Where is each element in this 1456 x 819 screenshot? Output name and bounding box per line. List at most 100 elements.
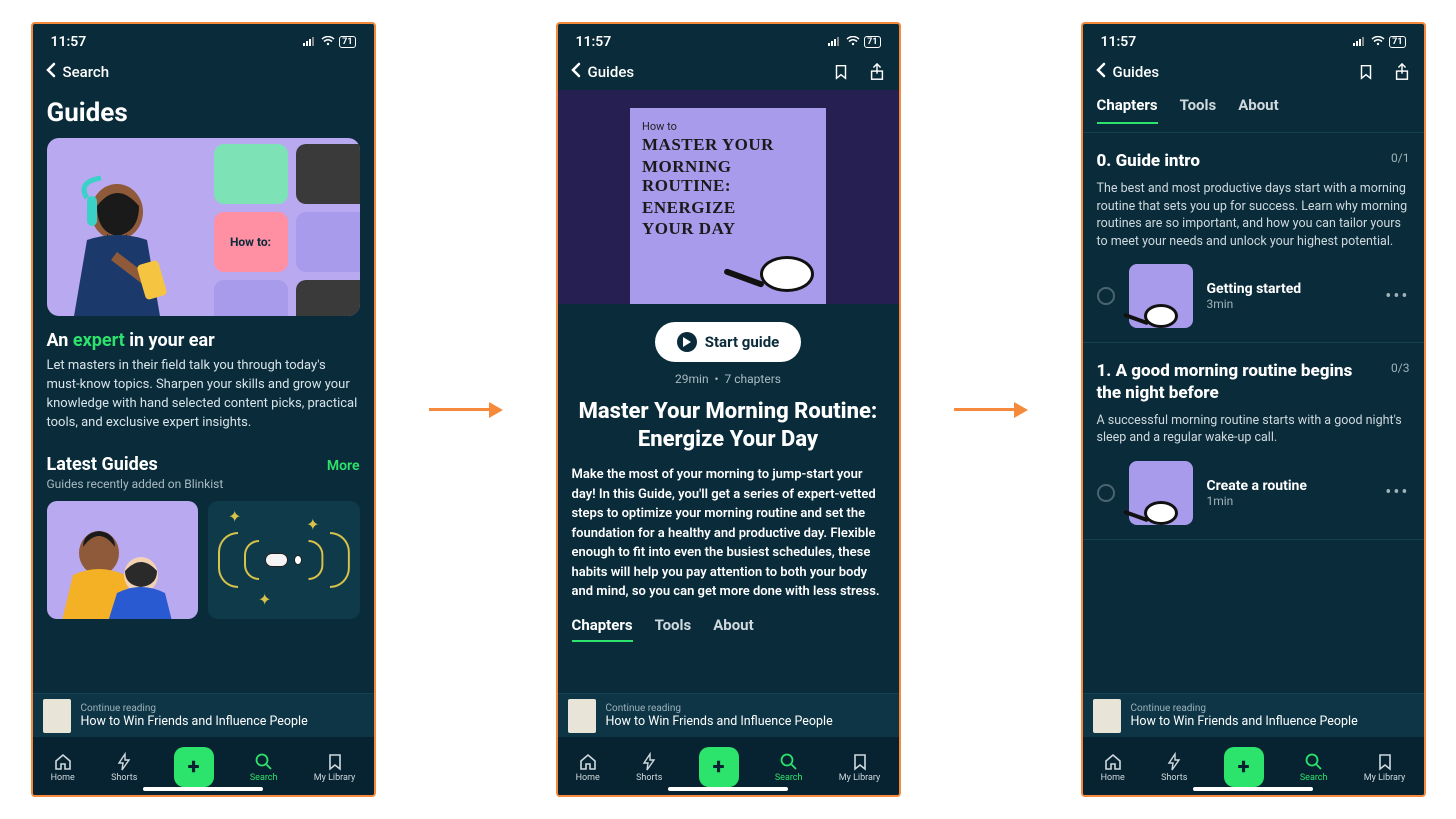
share-icon[interactable] [867,62,887,82]
home-icon [578,752,598,772]
chapter-progress: 0/1 [1391,151,1409,165]
tab-library-label: My Library [314,773,356,783]
lesson-title: Create a routine [1207,478,1372,494]
guide-cards-row: ✦ ✦ ✦ [47,501,360,619]
nav-back-label[interactable]: Guides [588,63,635,81]
tab-about[interactable]: About [1238,96,1278,124]
tagline-accent: expert [73,330,125,351]
wifi-icon [321,36,335,49]
tab-shorts[interactable]: Shorts [1161,752,1187,783]
search-icon [254,752,274,772]
signal-icon [828,36,842,49]
tagline-description: Let masters in their field talk you thro… [47,357,360,432]
guide-description: Make the most of your morning to jump-st… [558,465,899,602]
tab-chapters[interactable]: Chapters [1097,96,1158,124]
pan-icon [1144,304,1178,328]
meta-chapters: 7 chapters [725,372,781,386]
continue-reading-bar[interactable]: Continue reading How to Win Friends and … [1083,693,1424,737]
tab-chapters[interactable]: Chapters [572,616,633,642]
home-indicator [668,787,788,791]
more-icon[interactable]: ••• [1385,286,1409,307]
lesson-row[interactable]: Create a routine 1min ••• [1097,461,1410,525]
share-icon[interactable] [1392,62,1412,82]
wifi-icon [846,36,860,49]
bolt-icon [114,752,134,772]
tab-home[interactable]: Home [51,752,75,783]
more-link[interactable]: More [327,458,360,474]
howto-tile: How to: [214,212,288,272]
book-thumbnail [43,699,71,733]
cover-line3: ENERGIZE [642,198,814,218]
back-chevron-icon[interactable] [1095,62,1107,83]
play-icon [677,332,697,352]
home-icon [1103,752,1123,772]
bolt-icon [639,752,659,772]
tab-library[interactable]: My Library [314,752,356,783]
cover-line4: YOUR DAY [642,219,814,239]
nav-bar: Guides [558,54,899,90]
fab-add[interactable]: + [699,747,739,787]
lesson-duration: 1min [1207,494,1372,508]
tab-library[interactable]: My Library [1364,752,1406,783]
guide-card[interactable] [47,501,199,619]
home-icon [53,752,73,772]
bookmark-icon[interactable] [831,62,851,82]
continue-label: Continue reading [81,703,308,714]
nav-back-label[interactable]: Guides [1113,63,1160,81]
lesson-row[interactable]: Getting started 3min ••• [1097,264,1410,328]
guide-card[interactable]: ✦ ✦ ✦ [208,501,360,619]
back-chevron-icon[interactable] [570,62,582,83]
continue-reading-bar[interactable]: Continue reading How to Win Friends and … [33,693,374,737]
battery-indicator: 71 [864,36,880,48]
cover-line2: MORNING ROUTINE: [642,157,814,196]
chapter-title: 0. Guide intro [1097,151,1382,172]
tab-home-label: Home [576,773,600,783]
chapter-0: 0. Guide intro 0/1 The best and most pro… [1083,133,1424,343]
tab-tools[interactable]: Tools [655,616,692,642]
book-thumbnail [568,699,596,733]
tab-tools[interactable]: Tools [1180,96,1217,124]
bolt-icon [1164,752,1184,772]
tab-library-label: My Library [839,773,881,783]
guide-title: Master Your Morning Routine: Energize Yo… [572,398,885,453]
phone-screen-chapters: 11:57 71 Guides Chapters Tools About 0. … [1081,22,1426,797]
progress-ring-icon [1097,484,1115,502]
tab-about[interactable]: About [713,616,753,642]
start-guide-button[interactable]: Start guide [655,322,802,362]
lesson-thumb [1129,461,1193,525]
tab-search-label: Search [1300,773,1328,783]
tab-library-label: My Library [1364,773,1406,783]
tab-home[interactable]: Home [576,752,600,783]
tab-library[interactable]: My Library [839,752,881,783]
tab-search[interactable]: Search [775,752,803,783]
guide-detail-content: How to MASTER YOUR MORNING ROUTINE: ENER… [558,90,899,693]
tab-shorts[interactable]: Shorts [636,752,662,783]
tab-search[interactable]: Search [250,752,278,783]
tab-home[interactable]: Home [1101,752,1125,783]
tab-home-label: Home [51,773,75,783]
status-bar: 11:57 71 [1083,24,1424,54]
bookmark-icon[interactable] [1356,62,1376,82]
search-icon [1304,752,1324,772]
tab-search-label: Search [250,773,278,783]
more-icon[interactable]: ••• [1385,482,1409,503]
tab-home-label: Home [1101,773,1125,783]
continue-reading-bar[interactable]: Continue reading How to Win Friends and … [558,693,899,737]
fab-add[interactable]: + [174,747,214,787]
tab-search[interactable]: Search [1300,752,1328,783]
chapter-progress: 0/3 [1391,361,1409,375]
guide-cover: How to MASTER YOUR MORNING ROUTINE: ENER… [630,108,826,304]
tagline: An expert in your ear [47,330,360,351]
continue-label: Continue reading [1131,703,1358,714]
nav-bar: Search [33,54,374,90]
nav-back-label[interactable]: Search [63,63,110,81]
status-indicators: 71 [828,36,880,49]
chapter-title: 1. A good morning routine begins the nig… [1097,361,1382,404]
battery-indicator: 71 [1389,36,1405,48]
fab-add[interactable]: + [1224,747,1264,787]
detail-tabs: Chapters Tools About [558,602,899,642]
battery-indicator: 71 [339,36,355,48]
back-chevron-icon[interactable] [45,62,57,83]
phone-screen-guide-detail: 11:57 71 Guides How to MASTER YOUR MORNI… [556,22,901,797]
tab-shorts[interactable]: Shorts [111,752,137,783]
